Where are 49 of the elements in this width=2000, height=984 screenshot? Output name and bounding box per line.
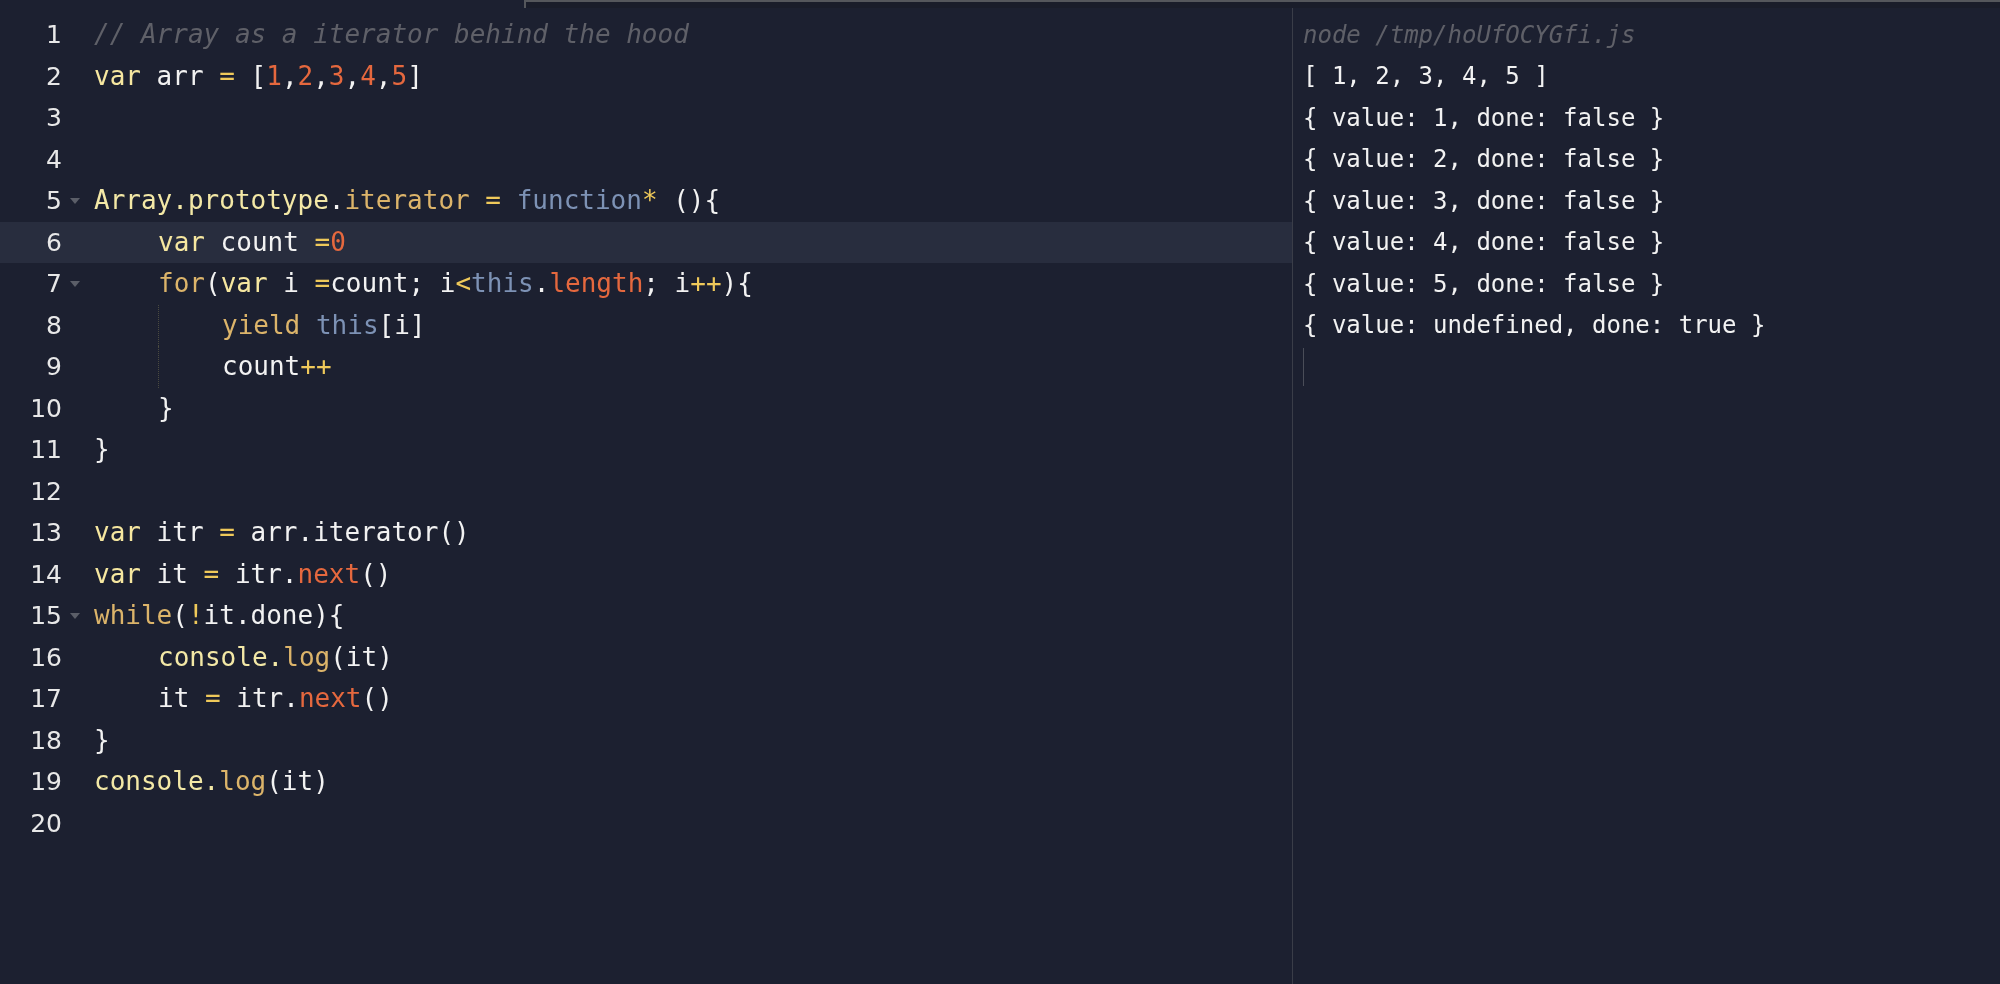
line-number: 20 bbox=[29, 807, 62, 840]
output-line: { value: 5, done: false } bbox=[1303, 268, 1665, 300]
line-number: 12 bbox=[29, 475, 62, 508]
line-number: 14 bbox=[29, 558, 62, 591]
line-number: 3 bbox=[45, 102, 62, 134]
code-line: } bbox=[94, 723, 110, 757]
line-number: 1 bbox=[45, 19, 62, 51]
code-line: Array.prototype.iterator = function* (){ bbox=[94, 184, 721, 218]
code-editor[interactable] bbox=[0, 8, 1293, 984]
output-line: { value: 1, done: false } bbox=[1303, 102, 1665, 134]
code-line: var itr = arr.iterator() bbox=[94, 516, 470, 550]
code-line: while(!it.done){ bbox=[94, 599, 345, 633]
run-command: node /tmp/hoUfOCYGfi.js bbox=[1303, 19, 1636, 51]
output-line: [ 1, 2, 3, 4, 5 ] bbox=[1303, 61, 1549, 93]
line-number: 19 bbox=[29, 766, 62, 798]
line-number: 4 bbox=[45, 143, 62, 176]
code-line: for(var i =count; i<this.length; i++){ bbox=[158, 267, 753, 301]
output-line: { value: 2, done: false } bbox=[1303, 144, 1665, 176]
code-line: var it = itr.next() bbox=[94, 557, 392, 591]
code-line: var arr = [1,2,3,4,5] bbox=[94, 59, 423, 93]
line-number: 7 bbox=[45, 268, 62, 300]
line-number: 15 bbox=[29, 600, 62, 632]
code-line: // Array as a iterator behind the hood bbox=[94, 18, 689, 52]
output-line: { value: 4, done: false } bbox=[1303, 227, 1665, 259]
code-line: it = itr.next() bbox=[158, 682, 393, 716]
line-number: 6 bbox=[45, 226, 62, 259]
code-line: yield this[i] bbox=[222, 308, 426, 342]
output-line: { value: 3, done: false } bbox=[1303, 185, 1665, 217]
fold-caret-icon[interactable] bbox=[70, 612, 80, 619]
line-number: 18 bbox=[29, 724, 62, 757]
code-line: console.log(it) bbox=[94, 765, 329, 799]
code-line: } bbox=[94, 433, 110, 467]
line-number: 11 bbox=[29, 434, 62, 466]
line-number: 16 bbox=[29, 641, 62, 674]
fold-caret-icon[interactable] bbox=[70, 197, 80, 204]
line-number: 17 bbox=[29, 683, 62, 715]
code-line: } bbox=[158, 391, 174, 425]
output-line: { value: undefined, done: true } bbox=[1303, 310, 1766, 342]
line-number: 2 bbox=[45, 60, 62, 93]
line-number: 8 bbox=[45, 309, 62, 342]
line-number: 5 bbox=[45, 185, 62, 217]
line-number: 10 bbox=[29, 392, 62, 425]
fold-caret-icon[interactable] bbox=[70, 280, 80, 287]
code-line: console.log(it) bbox=[158, 640, 393, 674]
line-number: 9 bbox=[45, 351, 62, 383]
line-number: 13 bbox=[29, 517, 62, 549]
code-line: count++ bbox=[222, 350, 332, 384]
text-cursor bbox=[1303, 347, 1304, 386]
code-line: var count =0 bbox=[158, 225, 346, 259]
